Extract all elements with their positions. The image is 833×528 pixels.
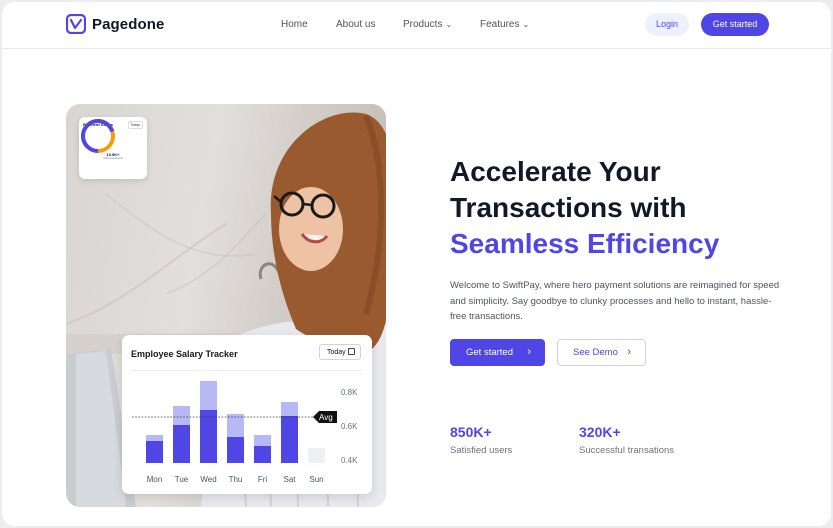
top-navigation: Pagedone Home About us Products ⌄ Feature…	[2, 2, 831, 49]
hero-description: Welcome to SwiftPay, where hero payment …	[450, 280, 780, 322]
stat-transactions-value: 320K+	[579, 424, 621, 440]
x-tick-label: Sat	[283, 475, 296, 484]
avg-label: Avg	[319, 413, 333, 422]
chevron-down-icon: ⌄	[445, 20, 453, 29]
x-tick-label: Thu	[229, 475, 243, 484]
x-tick-label: Sun	[309, 475, 323, 484]
headline-line-1: Accelerate Your	[450, 156, 661, 187]
bar-mon-primary	[146, 441, 163, 463]
nav-item-home[interactable]: Home	[281, 19, 308, 30]
x-tick-label: Fri	[258, 475, 268, 484]
nav-item-products-label: Products	[403, 19, 443, 30]
chevron-right-icon: ›	[627, 346, 631, 358]
see-demo-button[interactable]: See Demo ›	[557, 339, 646, 366]
nav-item-products[interactable]: Products ⌄	[403, 19, 452, 30]
x-tick-label: Mon	[147, 475, 163, 484]
headline-line-2: Transactions with	[450, 192, 687, 223]
pagedone-logo-icon	[66, 14, 86, 34]
stat-users-value: 850K+	[450, 424, 492, 440]
stat-transactions-label: Successful transations	[579, 445, 675, 456]
y-tick-label: 0.8K	[341, 388, 358, 397]
get-started-label: Get started	[466, 347, 513, 358]
bar-tue-primary	[173, 425, 190, 463]
nav-get-started-button[interactable]: Get started	[701, 13, 769, 36]
nav-item-about[interactable]: About us	[336, 19, 375, 30]
payment-total-subtitle: Total of payments	[103, 157, 123, 160]
brand-logo[interactable]: Pagedone	[66, 14, 164, 34]
page-frame: Pagedone Home About us Products ⌄ Feature…	[2, 2, 831, 526]
y-tick-label: 0.6K	[341, 422, 358, 431]
y-tick-label: 0.4K	[341, 456, 358, 465]
bar-wed-primary	[200, 410, 217, 463]
chevron-right-icon: ›	[527, 346, 531, 358]
see-demo-label: See Demo	[573, 347, 618, 358]
payment-filter-dropdown[interactable]: Today	[127, 121, 143, 129]
hero-headline: Accelerate Your Transactions with Seamle…	[450, 154, 719, 262]
stat-users-label: Satisfied users	[450, 445, 513, 456]
x-tick-label: Wed	[200, 475, 216, 484]
payment-status-card: Payment Status Today 10.5K+ Total of pay…	[79, 117, 147, 179]
brand-name: Pagedone	[92, 15, 165, 33]
nav-item-features-label: Features	[480, 19, 520, 30]
x-tick-label: Tue	[175, 475, 189, 484]
nav-item-features[interactable]: Features ⌄	[480, 19, 529, 30]
headline-accent: Seamless Efficiency	[450, 228, 720, 259]
bar-sat-primary	[281, 416, 298, 463]
get-started-button[interactable]: Get started ›	[450, 339, 545, 366]
salary-bar-chart: Avg 0.8K 0.6K 0.4K Mon Tue Wed Thu Fri S…	[132, 381, 358, 484]
payment-donut-chart	[81, 119, 115, 153]
chevron-down-icon: ⌄	[522, 20, 530, 29]
bar-thu-primary	[227, 437, 244, 463]
bar-sun-empty	[308, 448, 325, 463]
login-button[interactable]: Login	[645, 13, 689, 36]
bar-fri-primary	[254, 446, 271, 463]
salary-tracker-card: Employee Salary Tracker Today Avg 0.8K 0…	[122, 335, 372, 494]
